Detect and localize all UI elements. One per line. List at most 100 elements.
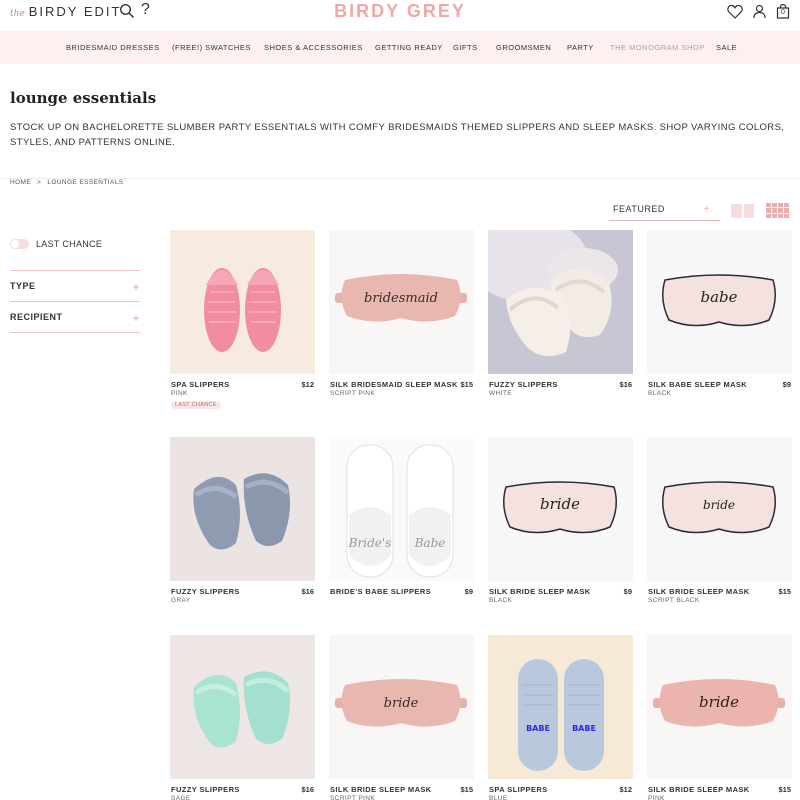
- product-card[interactable]: bridesmaid SILK BRIDESMAID SLEEP MASK $1…: [329, 230, 474, 397]
- product-name[interactable]: SILK BRIDE SLEEP MASK: [648, 587, 750, 596]
- product-name[interactable]: FUZZY SLIPPERS: [489, 380, 558, 389]
- nav-shoes-accessories[interactable]: SHOES & ACCESSORIES: [264, 43, 363, 52]
- product-card[interactable]: BABE BABE SPA SLIPPERS $12 BLUE: [488, 635, 633, 800]
- product-variant: BLUE: [489, 795, 508, 800]
- nav-monogram-shop[interactable]: THE MONOGRAM SHOP: [610, 43, 705, 52]
- product-image[interactable]: bride: [647, 635, 792, 779]
- page-description: STOCK UP ON BACHELORETTE SLUMBER PARTY E…: [10, 122, 785, 148]
- product-variant: PINK: [648, 795, 665, 800]
- mask-text: bride: [699, 693, 739, 711]
- mask-text: babe: [700, 288, 737, 306]
- nav-getting-ready[interactable]: GETTING READY: [375, 43, 443, 52]
- shopping-bag-icon[interactable]: 0: [776, 3, 790, 19]
- product-card[interactable]: FUZZY SLIPPERS $16 WHITE: [488, 230, 633, 397]
- product-price: $15: [778, 587, 791, 596]
- nav-gifts[interactable]: GIFTS: [453, 43, 478, 52]
- product-name[interactable]: SILK BRIDE SLEEP MASK: [489, 587, 591, 596]
- product-image[interactable]: [170, 635, 315, 779]
- product-image[interactable]: bride: [329, 635, 474, 779]
- slipper-text-right: Babe: [414, 536, 446, 550]
- product-variant: SCRIPT BLACK: [648, 597, 700, 604]
- filter-divider: [10, 332, 140, 333]
- product-price: $12: [301, 380, 314, 389]
- product-variant: PINK: [171, 390, 188, 397]
- breadcrumb-separator: >: [37, 179, 42, 186]
- nav-bridesmaid-dresses[interactable]: BRIDESMAID DRESSES: [66, 43, 160, 52]
- slipper-text-right: BABE: [572, 724, 596, 733]
- grid-four-view-icon[interactable]: [766, 203, 789, 218]
- product-card[interactable]: bride SILK BRIDE SLEEP MASK $9 BLACK: [488, 437, 633, 604]
- nav-party[interactable]: PARTY: [567, 43, 594, 52]
- mask-text: bride: [540, 495, 580, 513]
- product-variant: BLACK: [489, 597, 513, 604]
- nav-free-swatches[interactable]: (FREE!) SWATCHES: [172, 43, 251, 52]
- filter-recipient[interactable]: RECIPIENT +: [10, 311, 140, 326]
- heart-icon[interactable]: [727, 4, 743, 19]
- product-price: $16: [301, 785, 314, 794]
- last-chance-badge: LAST CHANCE: [171, 401, 221, 409]
- product-price: $9: [782, 380, 791, 389]
- sort-dropdown[interactable]: FEATURED +: [609, 204, 720, 221]
- product-image[interactable]: bridesmaid: [329, 230, 474, 374]
- filter-type-label: TYPE: [10, 281, 36, 291]
- nav-groomsmen[interactable]: GROOMSMEN: [496, 43, 551, 52]
- product-name[interactable]: SPA SLIPPERS: [489, 785, 548, 794]
- product-image[interactable]: [170, 230, 315, 374]
- product-name[interactable]: BRIDE'S BABE SLIPPERS: [330, 587, 431, 596]
- product-name[interactable]: SPA SLIPPERS: [171, 380, 230, 389]
- filter-divider: [10, 270, 140, 271]
- slipper-text-left: Bride's: [348, 536, 392, 550]
- product-price: $9: [464, 587, 473, 596]
- product-image[interactable]: BABE BABE: [488, 635, 633, 779]
- product-card[interactable]: bride SILK BRIDE SLEEP MASK $15 SCRIPT B…: [647, 437, 792, 604]
- product-price: $12: [619, 785, 632, 794]
- plus-icon: +: [132, 311, 140, 325]
- mask-text: bridesmaid: [364, 291, 438, 306]
- filter-type[interactable]: TYPE +: [10, 280, 140, 295]
- product-card[interactable]: bride SILK BRIDE SLEEP MASK $15 PINK: [647, 635, 792, 800]
- product-name[interactable]: SILK BRIDE SLEEP MASK: [330, 785, 432, 794]
- slipper-text-left: BABE: [526, 724, 550, 733]
- main-nav: BRIDESMAID DRESSES (FREE!) SWATCHES SHOE…: [0, 31, 800, 64]
- filter-recipient-label: RECIPIENT: [10, 312, 63, 322]
- product-price: $15: [460, 785, 473, 794]
- breadcrumb: HOME > LOUNGE ESSENTIALS: [10, 179, 123, 186]
- product-name[interactable]: SILK BRIDESMAID SLEEP MASK: [330, 380, 458, 389]
- product-image[interactable]: Bride's Babe: [329, 437, 474, 581]
- breadcrumb-home[interactable]: HOME: [10, 179, 31, 186]
- product-name[interactable]: FUZZY SLIPPERS: [171, 785, 240, 794]
- page-title: lounge essentials: [10, 89, 157, 107]
- mask-text: bride: [384, 696, 419, 711]
- product-variant: GRAY: [171, 597, 191, 604]
- product-card[interactable]: SPA SLIPPERS $12 PINK LAST CHANCE: [170, 230, 315, 409]
- product-price: $16: [301, 587, 314, 596]
- nav-sale[interactable]: SALE: [716, 43, 737, 52]
- product-card[interactable]: bride SILK BRIDE SLEEP MASK $15 SCRIPT P…: [329, 635, 474, 800]
- product-image[interactable]: bride: [488, 437, 633, 581]
- product-variant: SCRIPT PINK: [330, 795, 376, 800]
- product-card[interactable]: Bride's Babe BRIDE'S BABE SLIPPERS $9: [329, 437, 474, 596]
- plus-icon: +: [132, 280, 140, 294]
- last-chance-toggle[interactable]: [10, 239, 29, 249]
- bag-count: 0: [781, 9, 785, 16]
- product-name[interactable]: SILK BRIDE SLEEP MASK: [648, 785, 750, 794]
- product-name[interactable]: SILK BABE SLEEP MASK: [648, 380, 747, 389]
- product-card[interactable]: FUZZY SLIPPERS $16 SAGE: [170, 635, 315, 800]
- product-image[interactable]: [488, 230, 633, 374]
- product-image[interactable]: [170, 437, 315, 581]
- product-card[interactable]: FUZZY SLIPPERS $16 GRAY: [170, 437, 315, 604]
- product-variant: SAGE: [171, 795, 191, 800]
- product-card[interactable]: babe SILK BABE SLEEP MASK $9 BLACK: [647, 230, 792, 397]
- product-name[interactable]: FUZZY SLIPPERS: [171, 587, 240, 596]
- product-variant: BLACK: [648, 390, 672, 397]
- product-image[interactable]: babe: [647, 230, 792, 374]
- product-variant: SCRIPT PINK: [330, 390, 376, 397]
- brand-logo[interactable]: BIRDY GREY: [0, 1, 800, 22]
- last-chance-filter[interactable]: LAST CHANCE: [10, 239, 102, 249]
- product-price: $15: [778, 785, 791, 794]
- top-bar: the BIRDY EDIT ? BIRDY GREY 0: [0, 0, 800, 31]
- product-image[interactable]: bride: [647, 437, 792, 581]
- product-price: $16: [619, 380, 632, 389]
- grid-two-view-icon[interactable]: [731, 204, 754, 218]
- user-icon[interactable]: [752, 4, 767, 19]
